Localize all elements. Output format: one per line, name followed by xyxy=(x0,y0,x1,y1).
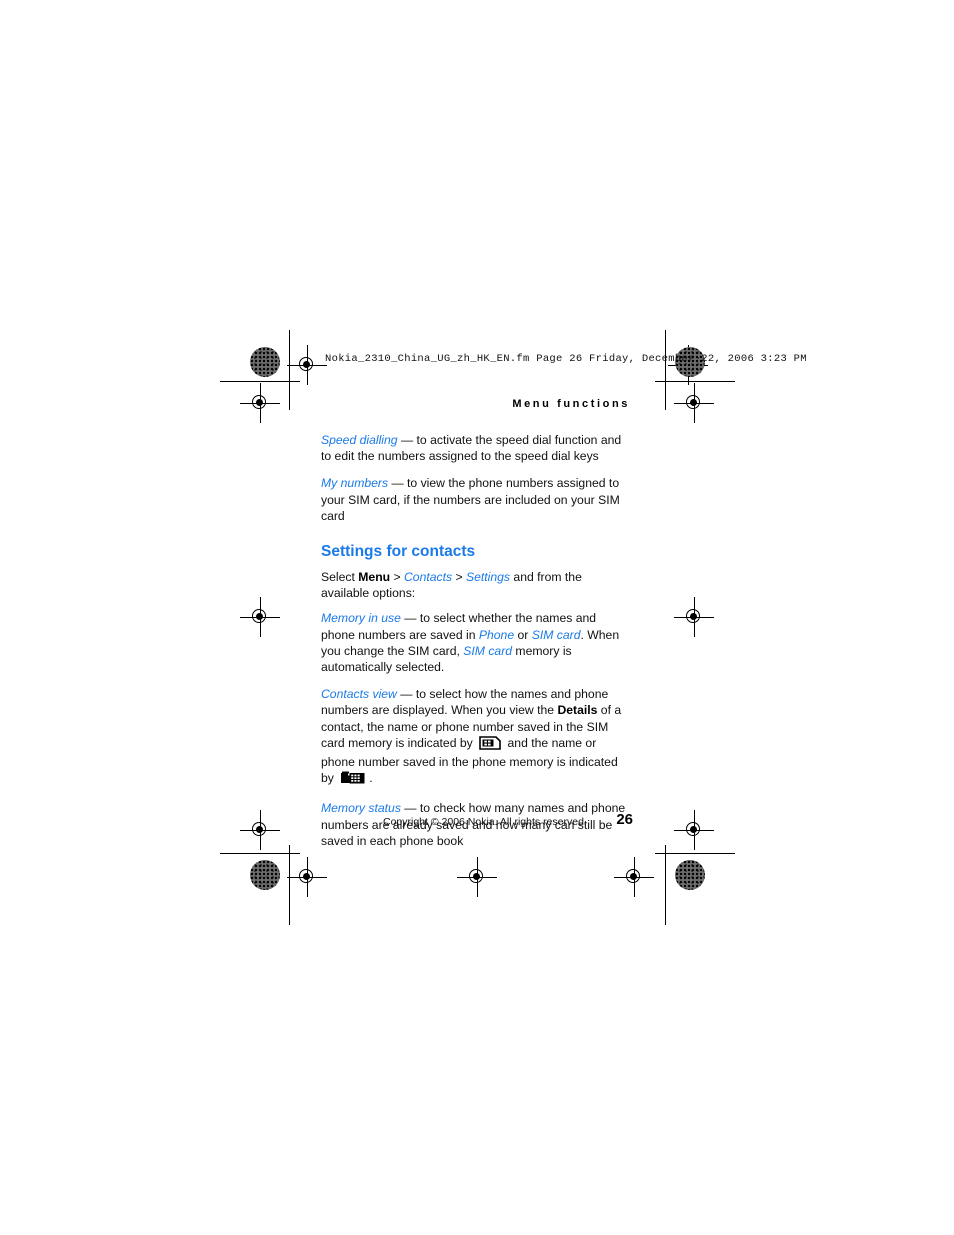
registration-mark-top-right xyxy=(674,383,714,423)
registration-mark-middle-left xyxy=(240,597,280,637)
dash-memory-status: — xyxy=(400,801,420,816)
term-memory-in-use: Memory in use xyxy=(321,611,401,626)
section-heading-settings-for-contacts: Settings for contacts xyxy=(321,543,476,561)
running-header: Menu functions xyxy=(512,398,630,410)
paragraph-speed-dialling: Speed dialling — to activate the speed d… xyxy=(321,432,633,464)
footer-copyright: Copyright © 2006 Nokia. All rights reser… xyxy=(383,816,587,828)
halftone-patch-bottom-left xyxy=(250,860,280,890)
term-contacts-view: Contacts view xyxy=(321,687,397,702)
crop-line-vertical-right xyxy=(665,330,666,410)
page-number: 26 xyxy=(616,811,633,828)
registration-mark-middle-right xyxy=(674,597,714,637)
registration-mark-bottom-center xyxy=(457,857,497,897)
halftone-patch-bottom-right xyxy=(675,860,705,890)
menu-keyword: Menu xyxy=(358,570,391,585)
term-speed-dialling: Speed dialling xyxy=(321,433,398,447)
registration-mark-bottom-right xyxy=(674,810,714,850)
page-content: Speed dialling — to activate the speed d… xyxy=(321,432,633,860)
select-prefix: Select xyxy=(321,570,359,585)
crop-line-horizontal-top-right xyxy=(655,381,735,382)
dash-my-numbers: — xyxy=(388,476,408,491)
term-memory-status: Memory status xyxy=(321,801,401,816)
sim-card-icon xyxy=(479,736,501,754)
path-contacts: Contacts xyxy=(403,570,453,585)
path-settings: Settings xyxy=(465,570,511,585)
registration-mark-top-left xyxy=(240,383,280,423)
value-sim-card-2: SIM card xyxy=(463,643,513,658)
text-contacts-view-4: . xyxy=(369,771,373,786)
path-separator-1: > xyxy=(390,570,404,585)
halftone-patch-top-left xyxy=(250,347,280,377)
crop-line-horizontal-bottom-left xyxy=(220,853,300,854)
crop-line-vertical-left-lower xyxy=(289,845,290,925)
dash-speed-dialling: — xyxy=(397,433,417,447)
dash-contacts-view: — xyxy=(396,687,416,702)
paragraph-select-path: Select Menu > Contacts > Settings and fr… xyxy=(321,569,633,601)
value-sim-card-1: SIM card xyxy=(531,627,581,642)
crop-line-horizontal-top-left xyxy=(220,381,300,382)
registration-mark-bottom-inner-right xyxy=(614,857,654,897)
path-separator-2: > xyxy=(452,570,466,585)
filename-bar: Nokia_2310_China_UG_zh_HK_EN.fm Page 26 … xyxy=(325,353,807,365)
value-phone: Phone xyxy=(478,627,515,642)
registration-mark-top-inner-left xyxy=(287,345,327,385)
crop-line-horizontal-bottom-right xyxy=(655,853,735,854)
crop-line-vertical-right-lower xyxy=(665,845,666,925)
paragraph-my-numbers: My numbers — to view the phone numbers a… xyxy=(321,475,633,524)
paragraph-memory-in-use: Memory in use — to select whether the na… xyxy=(321,610,633,675)
registration-mark-bottom-inner-left xyxy=(287,857,327,897)
details-keyword: Details xyxy=(557,703,598,718)
mobile-phone-icon xyxy=(340,771,366,789)
crop-line-vertical-left xyxy=(289,330,290,410)
text-memory-in-use-2: or xyxy=(514,627,532,642)
paragraph-contacts-view: Contacts view — to select how the names … xyxy=(321,686,633,789)
document-page: Nokia_2310_China_UG_zh_HK_EN.fm Page 26 … xyxy=(0,0,954,1235)
dash-memory-in-use: — xyxy=(400,611,420,626)
registration-mark-bottom-left xyxy=(240,810,280,850)
term-my-numbers: My numbers xyxy=(321,476,389,491)
